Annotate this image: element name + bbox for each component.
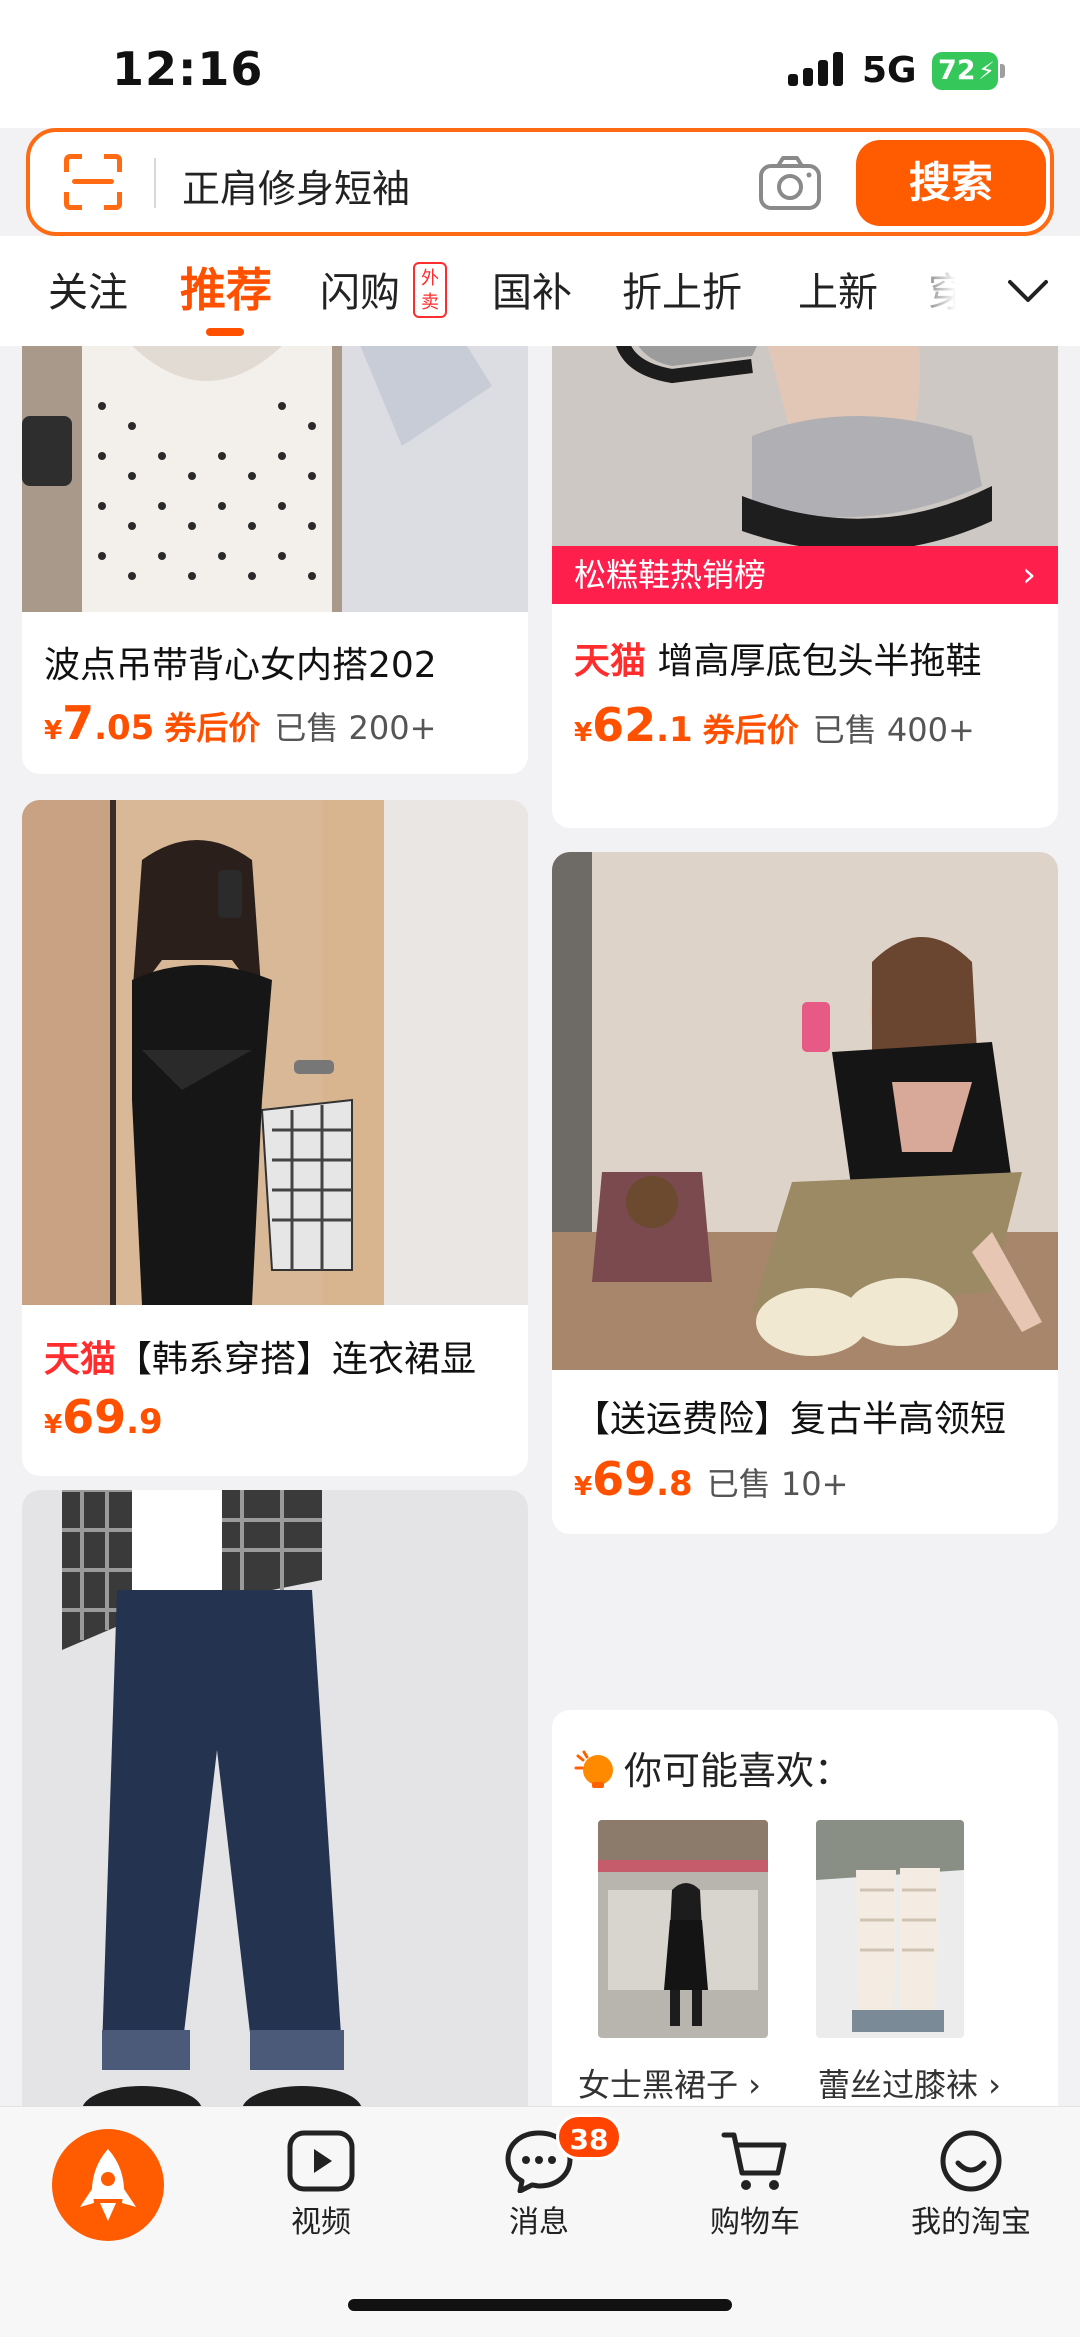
- cart-icon: [721, 2132, 787, 2190]
- product-card[interactable]: 松糕鞋热销榜 › 天猫 增高厚底包头半拖鞋 ¥62.1 券后价 已售 400+: [552, 346, 1058, 828]
- message-count-badge: 38: [556, 2114, 622, 2160]
- chevron-down-icon[interactable]: [1006, 276, 1050, 306]
- tmall-badge: 天猫: [44, 1339, 117, 1380]
- search-input[interactable]: 正肩修身短袖: [182, 158, 410, 213]
- nav-my-taobao[interactable]: 我的淘宝: [896, 2119, 1046, 2241]
- search-button[interactable]: 搜索: [856, 140, 1046, 226]
- recommend-header: 你可能喜欢：: [574, 1740, 852, 1795]
- price: ¥62.1 券后价 已售 400+: [574, 698, 975, 752]
- recommend-label[interactable]: 女士黑裙子 ›: [578, 2060, 761, 2106]
- price: ¥7.05 券后价 已售 200+: [44, 696, 437, 750]
- product-title: 波点吊带背心女内搭202: [44, 645, 437, 686]
- product-title: 天猫 增高厚底包头半拖鞋: [574, 641, 982, 682]
- product-image: [22, 800, 528, 1305]
- chevron-right-icon: ›: [1022, 555, 1036, 595]
- hot-ranking-banner[interactable]: 松糕鞋热销榜 ›: [552, 546, 1058, 604]
- active-tab-indicator: [206, 328, 244, 336]
- search-divider: [154, 158, 156, 208]
- network-type: 5G: [862, 50, 917, 91]
- home-rocket-button[interactable]: [52, 2129, 164, 2241]
- status-time: 12:16: [112, 42, 264, 96]
- product-image: [22, 1490, 528, 2106]
- bulb-icon: [574, 1750, 613, 1788]
- product-title: 【送运费险】复古半高领短: [574, 1399, 1007, 1440]
- recommend-card: 你可能喜欢： 女士黑裙子 › 蕾丝过膝袜 ›: [552, 1710, 1058, 2106]
- status-bar: 12:16 5G 72 ⚡: [0, 0, 1080, 128]
- price: ¥69.8 已售 10+: [574, 1452, 849, 1506]
- tab-new-arrivals[interactable]: 上新: [798, 260, 878, 318]
- product-card[interactable]: 【送运费险】复古半高领短 ¥69.8 已售 10+: [552, 852, 1058, 1534]
- product-title: 天猫【韩系穿搭】连衣裙显: [44, 1339, 477, 1380]
- nav-cart[interactable]: 购物车: [680, 2119, 830, 2241]
- takeout-badge: 外卖: [413, 262, 447, 318]
- scan-icon[interactable]: [64, 154, 122, 210]
- tab-discount[interactable]: 折上折: [622, 260, 742, 318]
- product-image: [22, 346, 528, 612]
- product-card[interactable]: [22, 1490, 528, 2106]
- recommend-thumbnail[interactable]: [816, 1820, 964, 2038]
- tab-follow[interactable]: 关注: [48, 260, 128, 318]
- camera-icon[interactable]: [758, 154, 822, 212]
- signal-icon: [788, 52, 844, 86]
- nav-label: 我的淘宝: [911, 2205, 1031, 2240]
- recommend-thumbnail[interactable]: [598, 1820, 768, 2038]
- nav-video[interactable]: 视频: [246, 2119, 396, 2241]
- tab-subsidy[interactable]: 国补: [492, 260, 572, 318]
- nav-label: 购物车: [710, 2205, 800, 2240]
- price: ¥69.9: [44, 1390, 163, 1444]
- nav-label: 消息: [509, 2205, 569, 2240]
- battery-icon: 72 ⚡: [932, 52, 1005, 90]
- tab-flash-buy[interactable]: 闪购: [320, 260, 400, 318]
- product-card[interactable]: 天猫【韩系穿搭】连衣裙显 ¥69.9: [22, 800, 528, 1476]
- tab-recommend[interactable]: 推荐: [180, 254, 272, 320]
- product-image: [552, 346, 1058, 546]
- profile-icon: [940, 2130, 1002, 2192]
- recommend-label[interactable]: 蕾丝过膝袜 ›: [818, 2060, 1001, 2106]
- home-indicator: [348, 2299, 732, 2311]
- tmall-badge: 天猫: [574, 641, 647, 682]
- product-feed: 波点吊带背心女内搭202 ¥7.05 券后价 已售 200+ 松糕鞋热销榜 › 天猫 …: [0, 346, 1080, 2106]
- category-tabs: 关注 推荐 闪购 国补 折上折 上新 穿: [0, 236, 1080, 346]
- search-bar[interactable]: 正肩修身短袖 搜索: [26, 128, 1054, 236]
- nav-label: 视频: [291, 2205, 351, 2240]
- rocket-icon: [80, 2149, 136, 2221]
- product-card[interactable]: 波点吊带背心女内搭202 ¥7.05 券后价 已售 200+: [22, 346, 528, 774]
- product-image: [552, 852, 1058, 1370]
- battery-level: 72: [938, 55, 976, 86]
- video-icon: [287, 2130, 355, 2192]
